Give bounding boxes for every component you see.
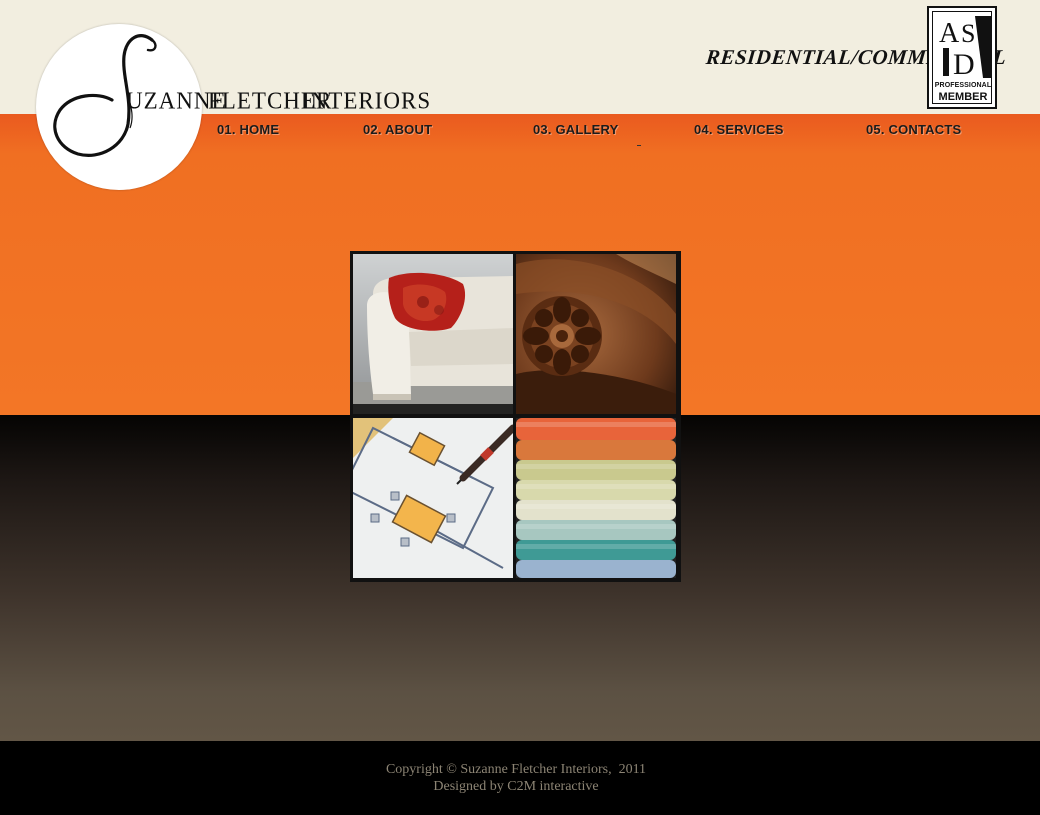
nav-gallery[interactable]: 03. GALLERY xyxy=(533,122,619,137)
logo-text-interiors: INTERIORS xyxy=(302,87,432,114)
asid-logo-icon: A S D xyxy=(939,16,991,78)
wood-carving-photo-icon xyxy=(516,254,676,414)
gallery-tile-floorplan[interactable] xyxy=(353,418,513,578)
svg-text:A: A xyxy=(939,18,960,49)
footer xyxy=(0,741,1040,815)
nav-services[interactable]: 04. SERVICES xyxy=(694,122,784,137)
sofa-photo-icon xyxy=(353,254,513,414)
asid-badge[interactable]: A S D PROFESSIONAL MEMBER xyxy=(927,6,997,109)
footer-copyright: Copyright © Suzanne Fletcher Interiors, … xyxy=(385,762,647,777)
badge-professional: PROFESSIONAL xyxy=(934,82,992,89)
svg-text:D: D xyxy=(953,48,975,78)
photo-grid xyxy=(350,251,681,582)
gallery-tile-sofa[interactable] xyxy=(353,254,513,414)
gallery-tile-carving[interactable] xyxy=(516,254,676,414)
floor-plan-photo-icon xyxy=(353,418,513,578)
nav-active-marker xyxy=(637,145,641,146)
nav-contacts[interactable]: 05. CONTACTS xyxy=(866,122,961,137)
fabric-swatches-photo-icon xyxy=(516,418,676,578)
gallery-tile-fabrics[interactable] xyxy=(516,418,676,578)
asid-badge-frame: A S D PROFESSIONAL MEMBER xyxy=(932,11,992,104)
nav-home[interactable]: 01. HOME xyxy=(217,122,279,137)
svg-text:S: S xyxy=(961,19,975,48)
footer-designed-by[interactable]: Designed by C2M interactive xyxy=(0,779,1032,795)
badge-member: MEMBER xyxy=(938,91,988,103)
nav-about[interactable]: 02. ABOUT xyxy=(363,122,432,137)
